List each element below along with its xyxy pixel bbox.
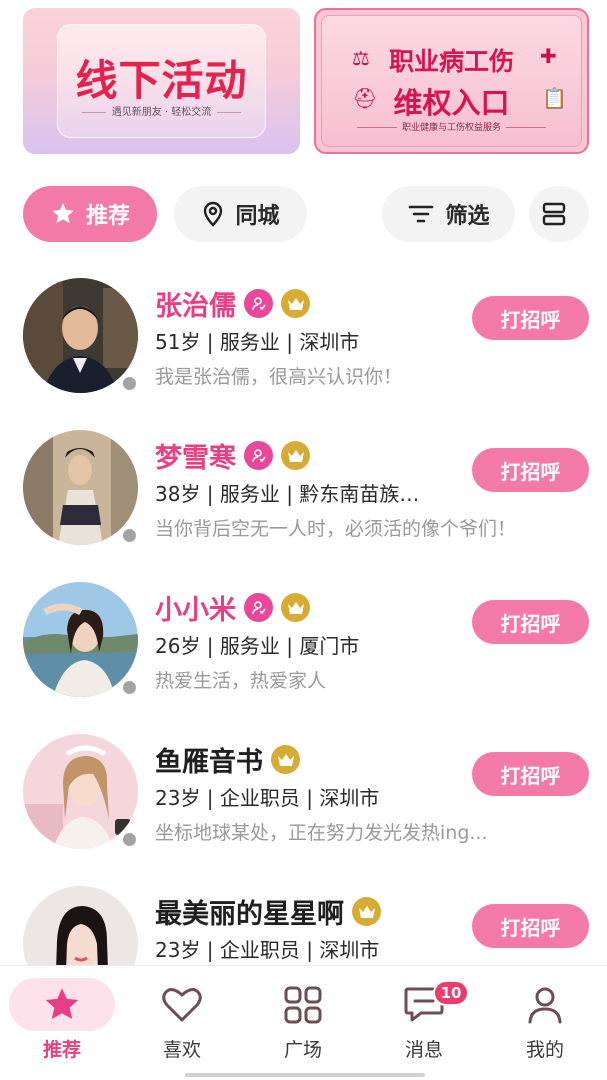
user-name: 小小米 [155,595,236,626]
user-signature: 坐标地球某处，正在努力发光发热ing... [155,822,488,844]
recommend-chip[interactable]: 推荐 [23,186,157,242]
filter-chip[interactable]: 筛选 [382,186,515,242]
layout-toggle-button[interactable] [529,186,589,242]
occupational-injury-banner[interactable]: ⚖ ✚ ⛑ 📋 职业病工伤 维权入口 职业健康与工伤权益服务 [314,8,589,154]
user-name: 张治儒 [155,291,236,322]
tab-label: 广场 [283,1039,322,1061]
avatar[interactable] [23,734,138,849]
heart-icon [162,987,202,1021]
vip-crown-icon [352,897,381,926]
home-indicator[interactable] [185,1073,425,1077]
avatar[interactable] [23,278,138,393]
verified-badge-icon [244,289,273,318]
user-card[interactable]: 梦雪寒 38岁 | 服务业 | 黔东南苗族… 当你背后空无一人时，必须活的像个爷… [0,430,607,580]
tab-label: 喜欢 [162,1039,201,1061]
tab-recommend[interactable]: 推荐 [7,978,117,1062]
user-signature: 我是张治儒，很高兴认识你！ [155,366,403,388]
banner-card: 线下活动 遇见新朋友 · 轻松交流 [57,24,266,138]
user-info: 38岁 | 服务业 | 黔东南苗族… [155,482,420,506]
user-card[interactable]: 鱼雁音书 23岁 | 企业职员 | 深圳市 坐标地球某处，正在努力发光发热ing… [0,734,607,884]
user-name: 梦雪寒 [155,443,236,474]
grid-icon [284,986,322,1023]
user-signature: 热爱生活，热爱家人 [155,670,327,692]
vip-crown-icon [271,745,300,774]
tab-label: 我的 [525,1039,564,1061]
online-status-dot [121,527,138,544]
avatar[interactable] [23,582,138,697]
filter-label: 筛选 [445,204,490,229]
user-card[interactable]: 张治儒 51岁 | 服务业 | 深圳市 我是张治儒，很高兴认识你！ 打招呼 [0,278,607,428]
banner-row: 线下活动 遇见新朋友 · 轻松交流 ⚖ ✚ ⛑ 📋 职业病工伤 维权入口 职业健… [23,8,589,154]
banner-title-line2: 维权入口 [393,86,510,120]
online-status-dot [121,375,138,392]
user-name-row: 梦雪寒 [155,436,310,475]
greet-button[interactable]: 打招呼 [472,296,589,340]
bottom-tab-bar: 推荐 喜欢 广场 10 消息 我的 [0,965,607,1080]
tab-label: 推荐 [42,1039,81,1061]
location-pin-icon [204,201,223,227]
tab-me[interactable]: 我的 [490,978,600,1062]
banner-frame: ⚖ ✚ ⛑ 📋 职业病工伤 维权入口 职业健康与工伤权益服务 [321,15,582,147]
user-card[interactable]: 最美丽的星星啊 23岁 | 企业职员 | 深圳市 打招呼 [0,886,607,965]
banner-title-line1: 职业病工伤 [388,47,514,76]
person-icon [528,987,562,1023]
greet-button[interactable]: 打招呼 [472,752,589,796]
banner-subtitle: 职业健康与工伤权益服务 [322,120,581,133]
verified-badge-icon [244,593,273,622]
tab-label: 消息 [404,1039,443,1061]
user-signature: 当你背后空无一人时，必须活的像个爷们！ [155,518,517,540]
offline-events-banner[interactable]: 线下活动 遇见新朋友 · 轻松交流 [23,8,300,154]
tab-icon-wrap [9,978,115,1031]
greet-button[interactable]: 打招呼 [472,448,589,492]
vip-crown-icon [281,593,310,622]
tab-icon-wrap [129,978,235,1031]
user-name: 最美丽的星星啊 [155,899,344,930]
user-name: 鱼雁音书 [155,747,263,778]
recommend-label: 推荐 [85,204,130,229]
vip-crown-icon [281,289,310,318]
greet-button[interactable]: 打招呼 [472,904,589,948]
tab-messages[interactable]: 10 消息 [369,978,479,1062]
user-card[interactable]: 小小米 26岁 | 服务业 | 厦门市 热爱生活，热爱家人 打招呼 [0,582,607,732]
layout-icon [542,202,566,226]
tab-icon-wrap: 10 [371,978,477,1031]
user-name-row: 小小米 [155,588,310,627]
vip-crown-icon [281,441,310,470]
user-name-row: 最美丽的星星啊 [155,892,381,931]
greet-button[interactable]: 打招呼 [472,600,589,644]
star-icon [45,987,79,1019]
tab-likes[interactable]: 喜欢 [127,978,237,1062]
user-name-row: 鱼雁音书 [155,740,300,779]
avatar[interactable] [23,886,138,965]
avatar[interactable] [23,430,138,545]
user-info: 23岁 | 企业职员 | 深圳市 [155,938,380,962]
banner-subtitle: 遇见新朋友 · 轻松交流 [58,103,265,118]
verified-badge-icon [244,441,273,470]
user-info: 23岁 | 企业职员 | 深圳市 [155,786,380,810]
user-info: 26岁 | 服务业 | 厦门市 [155,634,360,658]
star-icon [52,203,74,224]
same-city-label: 同城 [235,204,280,229]
filter-row: 推荐 同城 筛选 [23,186,589,242]
user-info: 51岁 | 服务业 | 深圳市 [155,330,360,354]
filter-icon [409,205,434,223]
user-name-row: 张治儒 [155,284,310,323]
tab-icon-wrap [492,978,598,1031]
tab-square[interactable]: 广场 [248,978,358,1062]
same-city-chip[interactable]: 同城 [174,186,307,242]
banner-title: 线下活动 [75,56,248,105]
unread-count-badge: 10 [433,980,469,1006]
tab-icon-wrap [250,978,356,1031]
online-status-dot [121,831,138,848]
online-status-dot [121,679,138,696]
